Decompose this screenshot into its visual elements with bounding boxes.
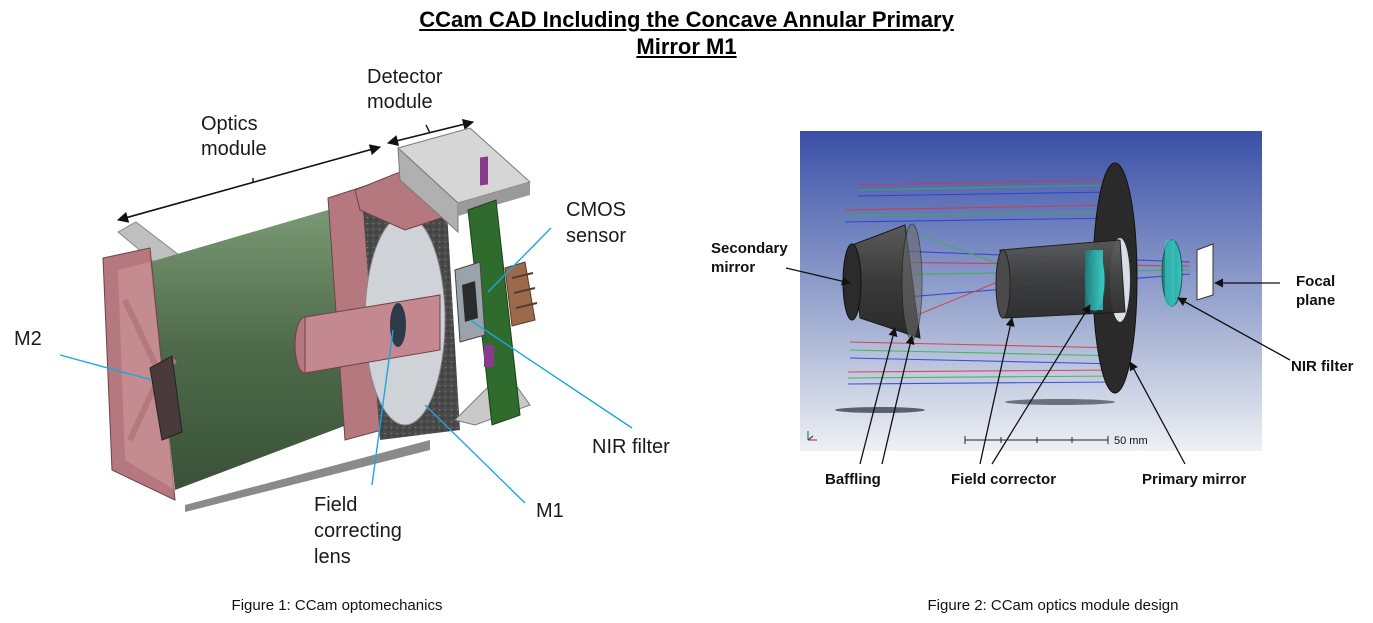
label-focal-line1: Focal [1296,273,1335,290]
label-detector-line2: module [367,91,433,113]
label-secondary-line2: mirror [711,259,755,276]
label-cmos-line2: sensor [566,225,626,247]
label-m1: M1 [536,500,564,522]
connector [504,261,536,327]
nir-filter-element [1161,239,1183,307]
label-optics-line2: module [201,138,267,160]
label-cmos-line1: CMOS [566,199,626,221]
figure-canvas: Optics module Detector module CMOS senso… [14,66,1354,614]
field-correcting-lens [390,303,406,347]
label-primary-mirror: Primary mirror [1142,471,1246,488]
field-corrector [995,239,1126,319]
scale-bar-label: 50 mm [1114,435,1148,447]
figure2-caption: Figure 2: CCam optics module design [928,597,1179,614]
label-m2: M2 [14,328,42,350]
label-focal-line2: plane [1296,292,1335,309]
focal-plane-element [1196,243,1214,301]
label-secondary-line1: Secondary [711,240,788,257]
label-baffling: Baffling [825,471,881,488]
figure2-optics-render: 50 mm Secondary mirror Focal plane NIR f… [711,131,1354,614]
label-field-corrector: Field corrector [951,471,1056,488]
label-detector-line1: Detector [367,66,443,88]
label-fcl-line3: lens [314,546,351,568]
figure1-caption: Figure 1: CCam optomechanics [232,597,443,614]
label-nir-filter: NIR filter [592,436,670,458]
label-nir-filter-2: NIR filter [1291,358,1354,375]
label-optics-line1: Optics [201,113,258,135]
label-fcl-line2: correcting [314,520,402,542]
figure1-cad-drawing: Optics module Detector module CMOS senso… [14,66,670,614]
label-fcl-line1: Field [314,494,357,516]
